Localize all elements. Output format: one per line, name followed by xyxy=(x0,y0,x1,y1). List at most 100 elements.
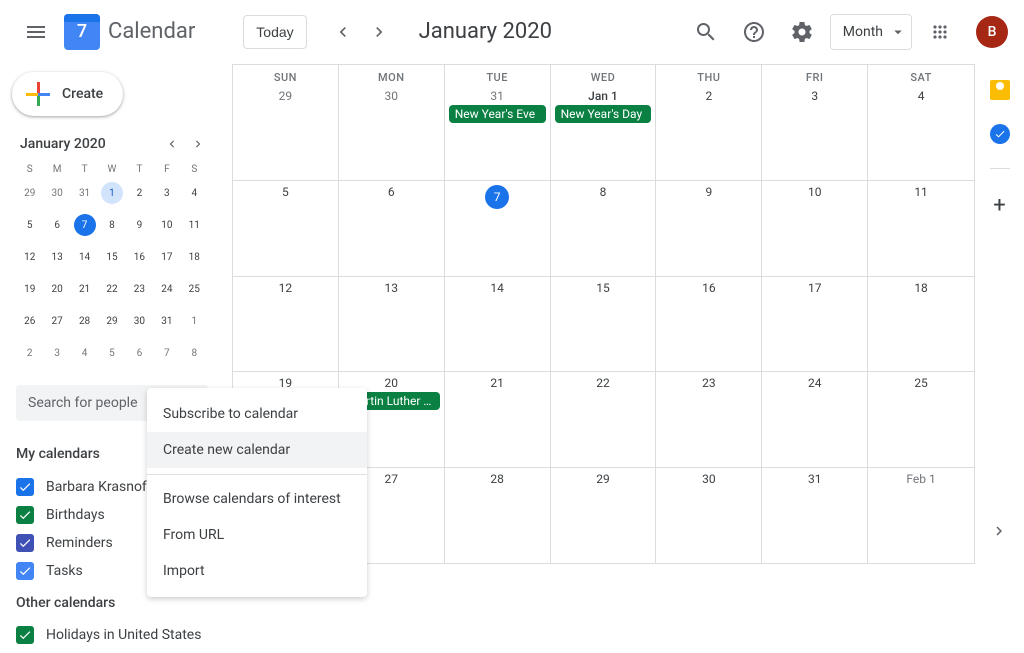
grid-day-cell[interactable]: 25 xyxy=(868,372,974,467)
mini-day-cell[interactable]: 8 xyxy=(181,337,208,369)
mini-day-cell[interactable]: 27 xyxy=(43,305,70,337)
mini-day-cell[interactable]: 1 xyxy=(98,177,125,209)
menu-item[interactable]: Import xyxy=(147,553,367,589)
grid-day-cell[interactable]: 15 xyxy=(551,277,657,372)
grid-day-cell[interactable]: 31 xyxy=(762,468,868,563)
grid-day-cell[interactable]: 18 xyxy=(868,277,974,372)
menu-item[interactable]: From URL xyxy=(147,517,367,553)
mini-day-cell[interactable]: 30 xyxy=(126,305,153,337)
grid-day-cell[interactable]: 22 xyxy=(551,372,657,467)
grid-day-cell[interactable]: 2 xyxy=(656,85,762,180)
mini-day-cell[interactable]: 3 xyxy=(153,177,180,209)
mini-day-cell[interactable]: 7 xyxy=(71,209,98,241)
grid-day-cell[interactable]: 5 xyxy=(233,181,339,276)
mini-day-cell[interactable]: 12 xyxy=(16,241,43,273)
main-menu-button[interactable] xyxy=(16,12,56,52)
search-button[interactable] xyxy=(686,12,726,52)
grid-day-cell[interactable]: 8 xyxy=(551,181,657,276)
apps-button[interactable] xyxy=(920,12,960,52)
menu-item[interactable]: Create new calendar xyxy=(147,432,367,468)
mini-prev-button[interactable] xyxy=(162,134,182,154)
help-button[interactable] xyxy=(734,12,774,52)
event-chip[interactable]: New Year's Day xyxy=(555,105,652,123)
grid-day-cell[interactable]: Jan 1New Year's Day xyxy=(551,85,657,180)
grid-day-cell[interactable]: 9 xyxy=(656,181,762,276)
checkbox-icon[interactable] xyxy=(16,626,34,644)
grid-day-cell[interactable]: 21 xyxy=(445,372,551,467)
mini-day-cell[interactable]: 6 xyxy=(43,209,70,241)
today-button[interactable]: Today xyxy=(243,15,306,49)
mini-day-cell[interactable]: 26 xyxy=(16,305,43,337)
create-button[interactable]: Create xyxy=(12,72,123,116)
grid-day-cell[interactable]: 6 xyxy=(339,181,445,276)
mini-day-cell[interactable]: 15 xyxy=(98,241,125,273)
event-chip[interactable]: New Year's Eve xyxy=(449,105,546,123)
mini-day-cell[interactable]: 3 xyxy=(43,337,70,369)
keep-icon[interactable] xyxy=(990,80,1010,100)
grid-day-cell[interactable]: 17 xyxy=(762,277,868,372)
mini-day-cell[interactable]: 9 xyxy=(126,209,153,241)
mini-day-cell[interactable]: 31 xyxy=(153,305,180,337)
mini-day-cell[interactable]: 8 xyxy=(98,209,125,241)
mini-day-cell[interactable]: 25 xyxy=(181,273,208,305)
grid-day-cell[interactable]: 3 xyxy=(762,85,868,180)
menu-item[interactable]: Browse calendars of interest xyxy=(147,481,367,517)
mini-day-cell[interactable]: 2 xyxy=(16,337,43,369)
mini-day-cell[interactable]: 17 xyxy=(153,241,180,273)
mini-day-cell[interactable]: 14 xyxy=(71,241,98,273)
checkbox-icon[interactable] xyxy=(16,506,34,524)
checkbox-icon[interactable] xyxy=(16,562,34,580)
grid-day-cell[interactable]: 30 xyxy=(656,468,762,563)
mini-day-cell[interactable]: 5 xyxy=(98,337,125,369)
mini-day-cell[interactable]: 16 xyxy=(126,241,153,273)
grid-day-cell[interactable]: 31New Year's Eve xyxy=(445,85,551,180)
settings-button[interactable] xyxy=(782,12,822,52)
grid-day-cell[interactable]: 13 xyxy=(339,277,445,372)
collapse-panel-button[interactable] xyxy=(990,522,1008,544)
checkbox-icon[interactable] xyxy=(16,478,34,496)
mini-day-cell[interactable]: 18 xyxy=(181,241,208,273)
prev-month-button[interactable] xyxy=(327,16,359,48)
grid-day-cell[interactable]: 29 xyxy=(551,468,657,563)
grid-day-cell[interactable]: Feb 1 xyxy=(868,468,974,563)
mini-day-cell[interactable]: 7 xyxy=(153,337,180,369)
grid-day-cell[interactable]: 16 xyxy=(656,277,762,372)
mini-day-cell[interactable]: 20 xyxy=(43,273,70,305)
mini-day-cell[interactable]: 29 xyxy=(98,305,125,337)
mini-day-cell[interactable]: 19 xyxy=(16,273,43,305)
grid-day-cell[interactable]: 10 xyxy=(762,181,868,276)
mini-day-cell[interactable]: 24 xyxy=(153,273,180,305)
mini-day-cell[interactable]: 22 xyxy=(98,273,125,305)
mini-day-cell[interactable]: 6 xyxy=(126,337,153,369)
mini-day-cell[interactable]: 30 xyxy=(43,177,70,209)
grid-day-cell[interactable]: 28 xyxy=(445,468,551,563)
view-selector[interactable]: Month xyxy=(830,14,912,50)
grid-day-cell[interactable]: 23 xyxy=(656,372,762,467)
mini-day-cell[interactable]: 2 xyxy=(126,177,153,209)
mini-day-cell[interactable]: 23 xyxy=(126,273,153,305)
tasks-icon[interactable] xyxy=(990,124,1010,144)
calendar-item[interactable]: Holidays in United States xyxy=(16,621,208,649)
mini-day-cell[interactable]: 4 xyxy=(181,177,208,209)
grid-day-cell[interactable]: 12 xyxy=(233,277,339,372)
grid-day-cell[interactable]: 7 xyxy=(445,181,551,276)
add-addon-button[interactable]: + xyxy=(993,193,1005,218)
checkbox-icon[interactable] xyxy=(16,534,34,552)
grid-day-cell[interactable]: 24 xyxy=(762,372,868,467)
mini-day-cell[interactable]: 31 xyxy=(71,177,98,209)
mini-day-cell[interactable]: 28 xyxy=(71,305,98,337)
account-avatar[interactable]: B xyxy=(976,16,1008,48)
mini-day-cell[interactable]: 5 xyxy=(16,209,43,241)
mini-day-cell[interactable]: 10 xyxy=(153,209,180,241)
grid-day-cell[interactable]: 30 xyxy=(339,85,445,180)
menu-item[interactable]: Subscribe to calendar xyxy=(147,396,367,432)
next-month-button[interactable] xyxy=(363,16,395,48)
mini-day-cell[interactable]: 13 xyxy=(43,241,70,273)
grid-day-cell[interactable]: 14 xyxy=(445,277,551,372)
mini-day-cell[interactable]: 4 xyxy=(71,337,98,369)
grid-day-cell[interactable]: 11 xyxy=(868,181,974,276)
mini-day-cell[interactable]: 21 xyxy=(71,273,98,305)
mini-day-cell[interactable]: 1 xyxy=(181,305,208,337)
mini-day-cell[interactable]: 29 xyxy=(16,177,43,209)
mini-next-button[interactable] xyxy=(188,134,208,154)
